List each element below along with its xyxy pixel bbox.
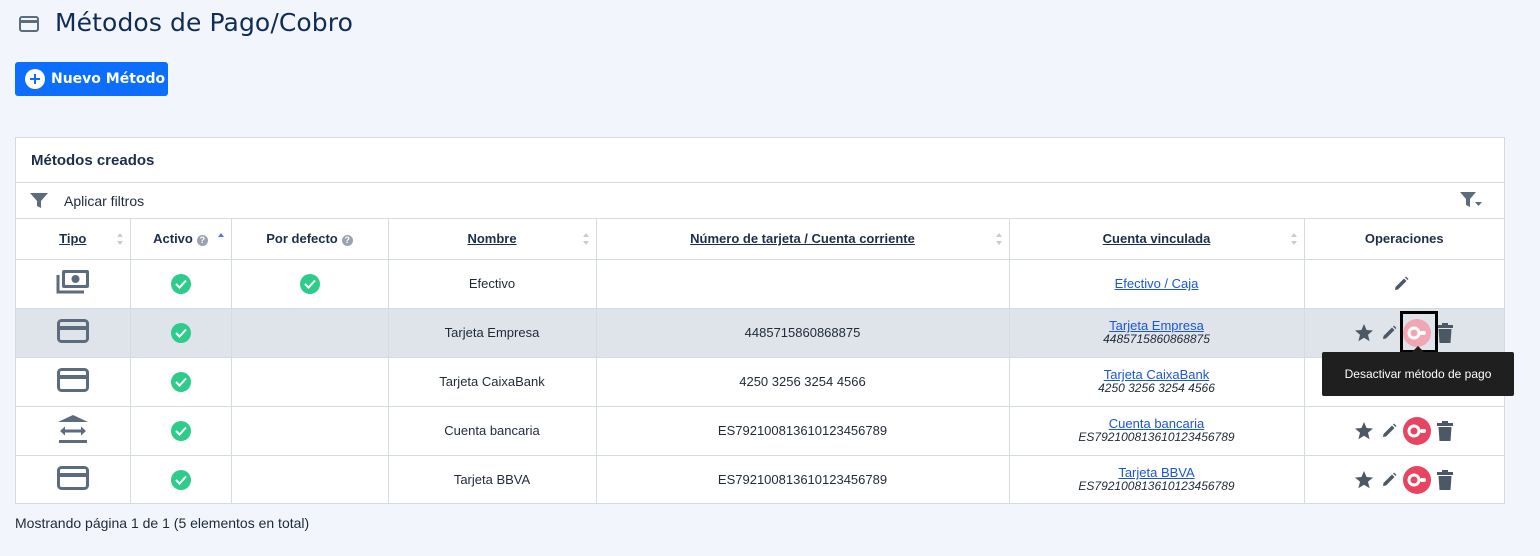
method-name: Tarjeta Empresa: [388, 308, 597, 358]
col-por-defecto: Por defecto?: [231, 219, 389, 260]
active-check-icon: [170, 420, 191, 441]
method-number: 4250 3256 3254 4566: [596, 357, 1010, 407]
active-check-icon: [170, 322, 191, 343]
filter-options-icon[interactable]: [1460, 192, 1482, 210]
help-icon: ?: [196, 235, 208, 247]
method-name: Tarjeta BBVA: [388, 455, 597, 504]
pagination-info: Mostrando página 1 de 1 (5 elementos en …: [15, 515, 310, 531]
trash-icon[interactable]: [1436, 469, 1453, 490]
method-number: ES792100813610123456789: [596, 455, 1010, 504]
star-icon[interactable]: [1353, 420, 1375, 442]
method-number: 4485715860868875: [596, 308, 1010, 358]
sort-icon[interactable]: [116, 232, 124, 246]
edit-icon[interactable]: [1393, 276, 1409, 292]
trash-icon[interactable]: [1436, 322, 1453, 343]
sort-icon[interactable]: [582, 232, 590, 246]
col-tipo[interactable]: Tipo: [16, 219, 131, 260]
new-method-label: Nuevo Método: [51, 71, 166, 87]
panel-header: Métodos creados: [16, 138, 1504, 183]
linked-account-link[interactable]: Tarjeta BBVA: [1118, 465, 1194, 480]
apply-filters-label[interactable]: Aplicar filtros: [64, 193, 144, 209]
table-row[interactable]: Tarjeta Empresa 4485715860868875 Tarjeta…: [16, 308, 1504, 358]
panel-title: Métodos creados: [31, 151, 155, 169]
table-row[interactable]: Efectivo Efectivo / Caja: [16, 259, 1504, 309]
credit-card-icon: [56, 319, 89, 343]
credit-card-icon: [19, 15, 39, 32]
col-numero[interactable]: Número de tarjeta / Cuenta corriente: [596, 219, 1010, 260]
col-activo[interactable]: Activo?: [130, 219, 232, 260]
method-name: Cuenta bancaria: [388, 406, 597, 456]
sort-icon[interactable]: [1290, 232, 1298, 246]
active-check-icon: [170, 371, 191, 392]
table-row[interactable]: Tarjeta BBVA ES792100813610123456789 Tar…: [16, 455, 1504, 504]
table-row[interactable]: Tarjeta CaixaBank 4250 3256 3254 4566 Ta…: [16, 357, 1504, 407]
sort-asc-icon[interactable]: [217, 232, 225, 246]
deactivate-toggle-icon[interactable]: [1402, 416, 1431, 445]
table-header-row: Tipo Activo? Por defecto? Nombre Número …: [16, 219, 1504, 260]
linked-account-number: ES792100813610123456789: [1078, 479, 1235, 494]
linked-account-number: 4485715860868875: [1103, 332, 1210, 346]
linked-account-link[interactable]: Tarjeta Empresa: [1109, 318, 1204, 333]
star-icon[interactable]: [1353, 469, 1375, 491]
credit-card-icon: [56, 466, 89, 491]
page-title: Métodos de Pago/Cobro: [55, 8, 353, 37]
col-operaciones: Operaciones: [1304, 219, 1504, 260]
linked-account-link[interactable]: Tarjeta CaixaBank: [1104, 367, 1210, 382]
star-icon[interactable]: [1353, 322, 1375, 344]
tooltip: Desactivar método de pago: [1322, 352, 1514, 396]
edit-icon[interactable]: [1381, 423, 1397, 439]
method-number: [596, 259, 1010, 309]
linked-account-link[interactable]: Efectivo / Caja: [1115, 276, 1199, 291]
deactivate-toggle-icon[interactable]: [1402, 465, 1431, 494]
bank-transfer-icon: [57, 415, 88, 443]
deactivate-toggle-icon[interactable]: [1402, 318, 1431, 347]
cash-icon: [56, 270, 89, 294]
sort-icon[interactable]: [995, 232, 1003, 246]
method-name: Tarjeta CaixaBank: [388, 357, 597, 407]
help-icon: ?: [341, 235, 353, 247]
col-nombre[interactable]: Nombre: [388, 219, 597, 260]
page-header: Métodos de Pago/Cobro: [19, 8, 353, 37]
plus-icon: [25, 69, 45, 89]
linked-account-link[interactable]: Cuenta bancaria: [1109, 416, 1204, 431]
linked-account-number: ES792100813610123456789: [1078, 430, 1235, 444]
methods-panel: Métodos creados Aplicar filtros Tipo Act…: [15, 137, 1505, 504]
active-check-icon: [170, 273, 191, 294]
filter-icon[interactable]: [30, 193, 48, 209]
filter-bar[interactable]: Aplicar filtros: [16, 183, 1504, 219]
methods-table: Tipo Activo? Por defecto? Nombre Número …: [16, 219, 1504, 504]
col-cuenta-vinculada[interactable]: Cuenta vinculada: [1009, 219, 1305, 260]
linked-account-number: 4250 3256 3254 4566: [1098, 381, 1215, 395]
trash-icon[interactable]: [1436, 420, 1453, 441]
table-row[interactable]: Cuenta bancaria ES7921008136101234567​89…: [16, 406, 1504, 456]
new-method-button[interactable]: Nuevo Método: [15, 62, 168, 96]
method-number: ES7921008136101234567​89: [596, 406, 1010, 456]
active-check-icon: [170, 469, 191, 490]
edit-icon[interactable]: [1381, 472, 1397, 488]
default-check-icon: [299, 273, 320, 294]
credit-card-icon: [56, 368, 89, 392]
edit-icon[interactable]: [1381, 325, 1397, 341]
method-name: Efectivo: [388, 259, 597, 309]
